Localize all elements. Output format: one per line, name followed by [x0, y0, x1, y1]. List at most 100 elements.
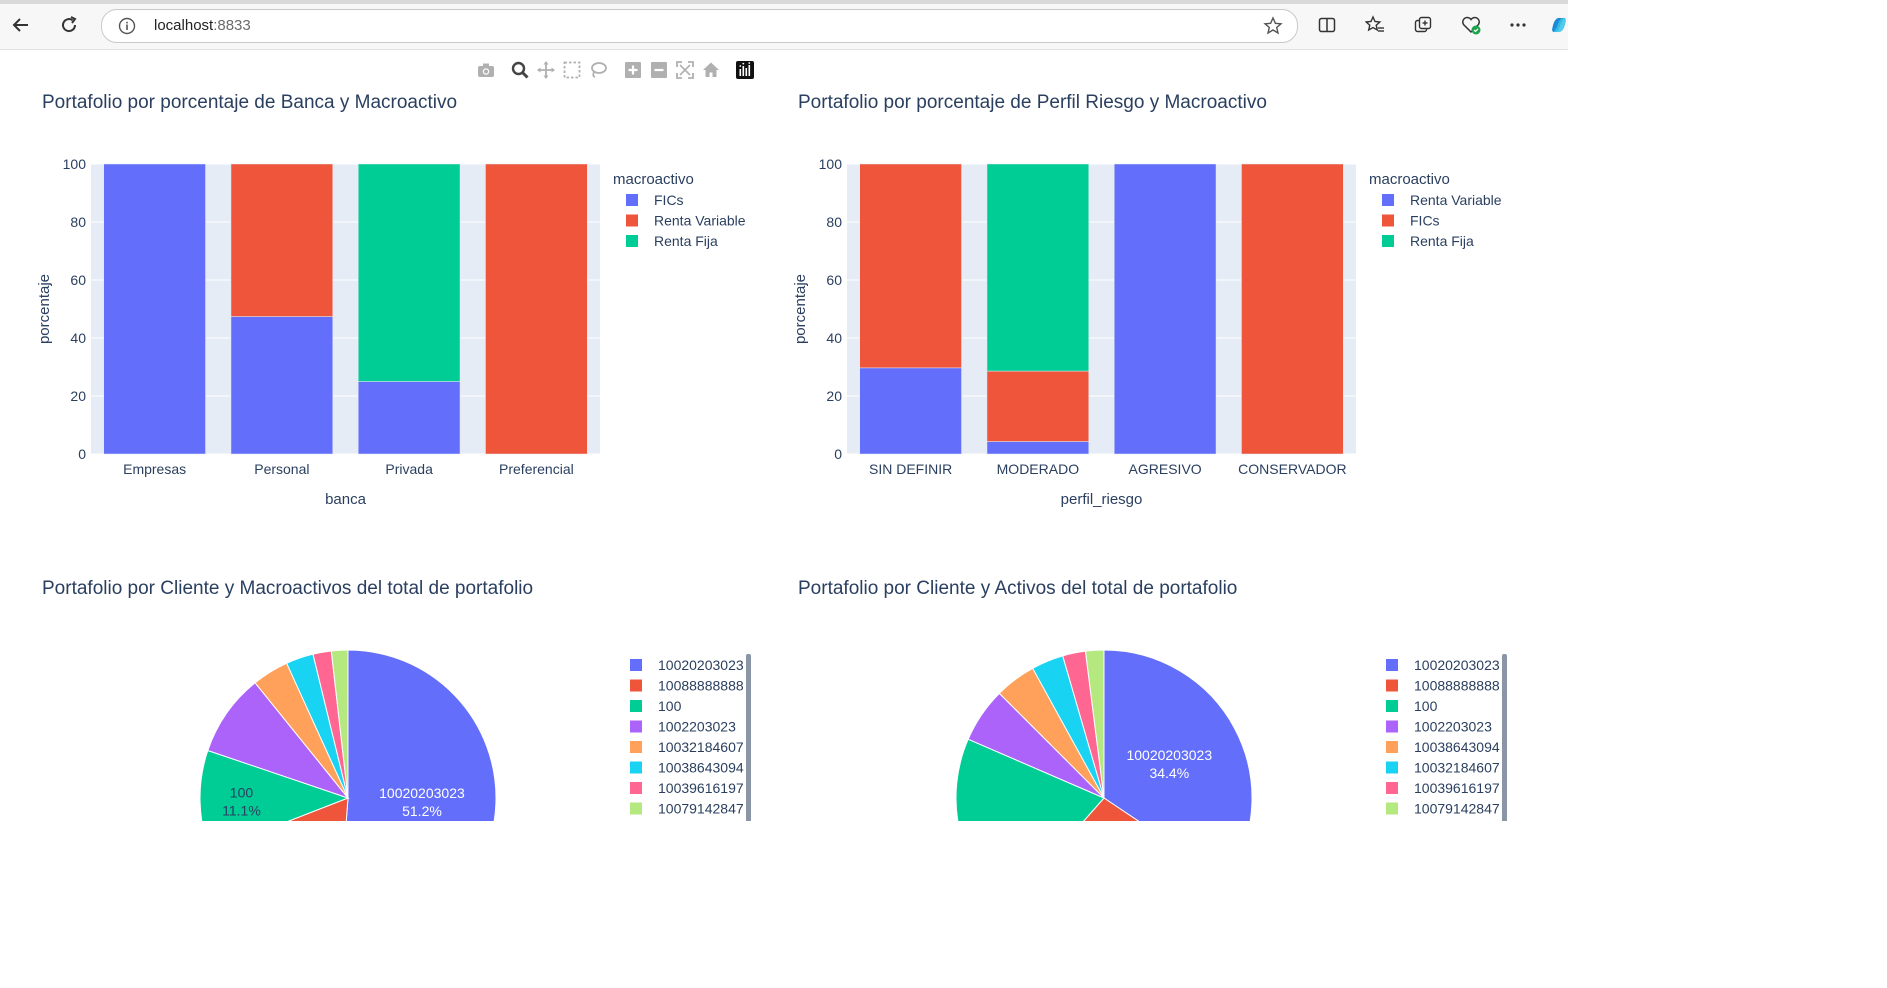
bar-renta-variable: [859, 367, 962, 455]
url-text[interactable]: localhost:8833: [154, 17, 251, 34]
bar-chart-banca[interactable]: 0 20 40 60 80 100 Empresas Personal Privada Prefe…: [0, 150, 780, 520]
legend-label: Renta Variable: [654, 213, 746, 229]
y-tick-label: 40: [826, 330, 842, 346]
legend-swatch: [626, 235, 638, 247]
legend-label: 1002203023: [1414, 719, 1492, 735]
bar-fics: [1241, 163, 1344, 455]
legend-label: 100: [658, 698, 682, 714]
y-tick-label: 100: [819, 156, 843, 172]
bar-fics: [230, 316, 334, 455]
legend-swatch: [1386, 741, 1398, 753]
legend-label: 10079142847: [1414, 801, 1500, 817]
bar-fics: [357, 381, 461, 455]
slice-label-name: 10020203023: [379, 785, 465, 801]
legend-swatch: [1386, 700, 1398, 712]
legend-swatch: [630, 741, 642, 753]
x-tick-label: Privada: [385, 461, 433, 477]
legend-label: 10079142847: [658, 801, 744, 817]
legend-swatch: [630, 700, 642, 712]
refresh-icon[interactable]: [56, 12, 82, 38]
info-icon[interactable]: [118, 17, 136, 39]
legend-label: 10039616197: [658, 780, 744, 796]
legend-swatch: [1382, 235, 1394, 247]
bar-renta-fija: [986, 163, 1090, 372]
pan-icon[interactable]: [536, 60, 556, 80]
zoom-icon[interactable]: [510, 60, 530, 80]
x-axis-label: perfil_riesgo: [1061, 491, 1143, 508]
legend-scrollbar: [746, 654, 751, 821]
legend-label: 10039616197: [1414, 780, 1500, 796]
pie-chart-activos[interactable]: 1002020302334.4%1008888888827.1%10020203…: [756, 640, 1556, 821]
camera-icon[interactable]: [476, 60, 496, 80]
legend-title: macroactivo: [613, 171, 694, 188]
legend-swatch: [626, 194, 638, 206]
slice-label-percent: 34.4%: [1149, 765, 1189, 781]
slice-label-percent: 51.2%: [402, 803, 442, 819]
y-tick-label: 40: [70, 330, 86, 346]
legend-swatch: [630, 679, 642, 692]
bar-fics: [986, 370, 1090, 442]
legend-scrollbar: [1502, 654, 1507, 821]
legend-label: 10020203023: [1414, 657, 1500, 673]
legend-swatch: [630, 761, 642, 774]
legend-label: 10088888888: [658, 678, 744, 694]
chart-title-pie-activos: Portafolio por Cliente y Activos del tot…: [798, 578, 1238, 599]
legend-title: macroactivo: [1369, 171, 1450, 188]
legend-swatch: [630, 659, 642, 671]
y-tick-label: 0: [834, 446, 842, 462]
autoscale-icon[interactable]: [675, 60, 695, 80]
x-tick-label: Empresas: [123, 461, 186, 477]
slice-label-percent: 11.1%: [222, 802, 261, 818]
x-axis-label: banca: [325, 491, 367, 508]
star-icon[interactable]: [1263, 16, 1283, 40]
favorites-icon[interactable]: [1364, 14, 1386, 36]
y-tick-label: 60: [826, 272, 842, 288]
slice-label-name: 10020203023: [1126, 747, 1212, 763]
legend-swatch: [626, 214, 638, 227]
bar-chart-perfil-riesgo[interactable]: 0 20 40 60 80 100 SIN DEFINIR MODERADO AGRESIVO C…: [756, 150, 1556, 520]
y-tick-label: 0: [78, 446, 86, 462]
y-tick-label: 100: [63, 156, 87, 172]
pie-slice: [1103, 649, 1253, 821]
pie-chart-macroactivos[interactable]: 1002020302351.2%1008888888817.9%10011.1%…: [0, 640, 780, 821]
legend-swatch: [630, 802, 642, 815]
split-screen-icon[interactable]: [1316, 14, 1338, 36]
legend-label: 1002203023: [658, 719, 736, 735]
x-tick-label: Preferencial: [499, 461, 574, 477]
lasso-icon[interactable]: [588, 60, 608, 80]
address-bar[interactable]: localhost:8833: [101, 9, 1298, 43]
bar-renta-variable: [986, 441, 1090, 455]
health-icon[interactable]: [1460, 14, 1482, 36]
legend-label: FICs: [654, 192, 684, 208]
legend-swatch: [1382, 194, 1394, 206]
x-tick-label: MODERADO: [997, 461, 1080, 477]
y-axis-label: porcentaje: [792, 274, 809, 344]
zoom-in-icon[interactable]: [623, 60, 643, 80]
copilot-icon[interactable]: [1548, 14, 1570, 36]
more-icon[interactable]: [1507, 14, 1529, 36]
bar-renta-variable: [485, 163, 588, 455]
collections-icon[interactable]: [1412, 14, 1434, 36]
bar-renta-variable: [1113, 163, 1217, 455]
url-port: :8833: [213, 17, 251, 34]
legend-swatch: [630, 782, 642, 794]
back-arrow-icon[interactable]: [8, 12, 34, 38]
box-select-icon[interactable]: [562, 60, 582, 80]
y-tick-label: 20: [70, 388, 86, 404]
bar-renta-variable: [230, 163, 334, 317]
plotly-logo-icon[interactable]: [735, 60, 755, 80]
y-tick-label: 60: [70, 272, 86, 288]
reset-axes-icon[interactable]: [701, 60, 721, 80]
legend-label: 10088888888: [1414, 678, 1500, 694]
x-tick-label: Personal: [254, 461, 309, 477]
slice-label-name: 100: [230, 784, 254, 800]
legend-label: 10038643094: [658, 760, 744, 776]
zoom-out-icon[interactable]: [649, 60, 669, 80]
chart-title-pie-macro: Portafolio por Cliente y Macroactivos de…: [42, 578, 534, 599]
url-host: localhost: [154, 17, 214, 34]
y-axis-label: porcentaje: [36, 274, 53, 344]
legend-label: 10020203023: [658, 657, 744, 673]
legend-label: Renta Fija: [1410, 233, 1474, 249]
legend-swatch: [1386, 761, 1398, 774]
legend-swatch: [1382, 214, 1394, 227]
